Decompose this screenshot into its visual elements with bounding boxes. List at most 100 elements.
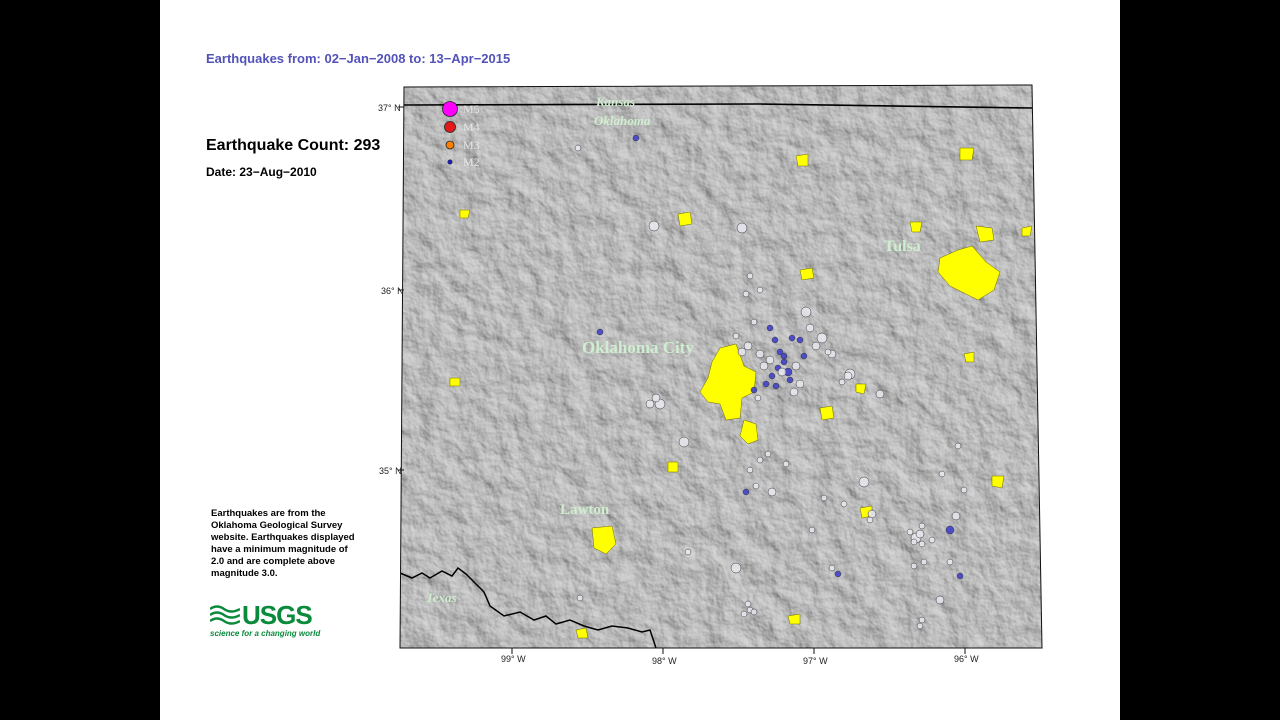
earthquake-point: [918, 522, 926, 530]
earthquake-point: [920, 558, 928, 566]
earthquake-point: [954, 442, 962, 450]
earthquake-point: [632, 134, 640, 142]
earthquake-point: [910, 562, 918, 570]
earthquake-point: [789, 387, 799, 397]
earthquake-point: [858, 476, 870, 488]
lat-label-37: 37° N: [378, 103, 401, 113]
earthquake-point: [742, 488, 750, 496]
urban-area: [667, 461, 679, 473]
legend-m3-symbol: [445, 140, 455, 150]
earthquake-point: [834, 570, 842, 578]
earthquake-point: [918, 616, 926, 624]
earthquake-point: [596, 328, 604, 336]
lon-label-97: 97° W: [803, 656, 828, 666]
urban-area: [909, 221, 923, 233]
earthquake-point: [795, 379, 805, 389]
earthquake-point: [820, 494, 828, 502]
earthquake-point: [645, 399, 655, 409]
earthquake-point: [750, 608, 758, 616]
earthquake-point: [746, 272, 754, 280]
earthquake-point: [840, 500, 848, 508]
urban-area: [459, 209, 471, 219]
urban-area: [575, 627, 589, 639]
earthquake-point: [746, 466, 754, 474]
earthquake-point: [816, 332, 828, 344]
earthquake-point: [752, 482, 760, 490]
source-note: Earthquakes are from the Oklahoma Geolog…: [211, 508, 355, 579]
usgs-tagline: science for a changing world: [210, 629, 321, 638]
date-range-title: Earthquakes from: 02−Jan−2008 to: 13−Apr…: [206, 51, 511, 66]
earthquake-point: [916, 622, 924, 630]
earthquake-point: [755, 349, 765, 359]
urban-area: [819, 405, 835, 421]
earthquake-point: [651, 393, 661, 403]
relief-map: [400, 85, 1042, 648]
earthquake-point: [737, 347, 747, 357]
earthquake-point: [796, 336, 804, 344]
earthquake-point: [915, 529, 925, 539]
earthquake-point: [756, 286, 764, 294]
earthquake-point: [960, 486, 968, 494]
earthquake-point: [756, 456, 764, 464]
earthquake-point: [824, 348, 832, 356]
earthquake-point: [771, 336, 779, 344]
earthquake-point: [684, 548, 692, 556]
legend-m4-symbol: [444, 121, 456, 133]
urban-area: [963, 351, 975, 363]
earthquake-point: [742, 290, 750, 298]
label-kansas: Kansas: [595, 94, 635, 109]
earthquake-point: [805, 323, 815, 333]
earthquake-point: [750, 386, 758, 394]
legend-m4-label: M4: [463, 120, 480, 134]
earthquake-point: [759, 361, 769, 371]
earthquake-point: [765, 355, 775, 365]
earthquake-point: [800, 352, 808, 360]
urban-area: [449, 377, 461, 387]
earthquake-point: [743, 341, 753, 351]
earthquake-point: [867, 509, 877, 519]
earthquake-point: [808, 526, 816, 534]
label-oklahoma: Oklahoma: [594, 113, 651, 128]
usgs-logo: USGS science for a changing world: [210, 602, 320, 638]
urban-area: [795, 153, 809, 167]
earthquake-point: [788, 334, 796, 342]
earthquake-point: [782, 460, 790, 468]
earthquake-point: [764, 450, 772, 458]
map-frame: 37° N 36° N 35° N 99° W 98° W 97° W 96° …: [160, 0, 1120, 720]
earthquake-point: [838, 378, 846, 386]
legend-m5-symbol: [442, 101, 458, 117]
earthquake-point: [946, 558, 954, 566]
urban-area: [677, 211, 693, 227]
lon-label-96: 96° W: [954, 654, 979, 664]
earthquake-point: [678, 436, 690, 448]
legend-m3-label: M3: [463, 138, 480, 152]
earthquake-point: [648, 220, 660, 232]
earthquake-point: [786, 376, 794, 384]
label-oklahoma-city: Oklahoma City: [582, 338, 694, 357]
earthquake-point: [843, 371, 853, 381]
earthquake-point: [910, 538, 918, 546]
earthquake-point: [736, 222, 748, 234]
urban-area: [1021, 225, 1033, 237]
urban-area: [799, 267, 815, 281]
earthquake-point: [938, 470, 946, 478]
label-tulsa: Tulsa: [884, 238, 921, 255]
earthquake-point: [828, 564, 836, 572]
earthquake-point: [767, 487, 777, 497]
earthquake-point: [780, 352, 788, 360]
earthquake-point: [951, 511, 961, 521]
earthquake-point: [928, 536, 936, 544]
earthquake-point: [906, 528, 914, 536]
legend-m5-label: M5: [463, 102, 480, 116]
earthquake-count: Earthquake Count: 293: [206, 137, 381, 154]
lon-label-98: 98° W: [652, 656, 677, 666]
urban-area: [959, 147, 975, 161]
earthquake-point: [754, 394, 762, 402]
earthquake-point: [766, 324, 774, 332]
earthquake-point: [780, 358, 788, 366]
legend-m2-label: M2: [463, 155, 480, 169]
current-date: Date: 23−Aug−2010: [206, 165, 317, 179]
label-texas: Texas: [426, 590, 457, 605]
urban-area: [855, 383, 867, 395]
earthquake-point: [875, 389, 885, 399]
